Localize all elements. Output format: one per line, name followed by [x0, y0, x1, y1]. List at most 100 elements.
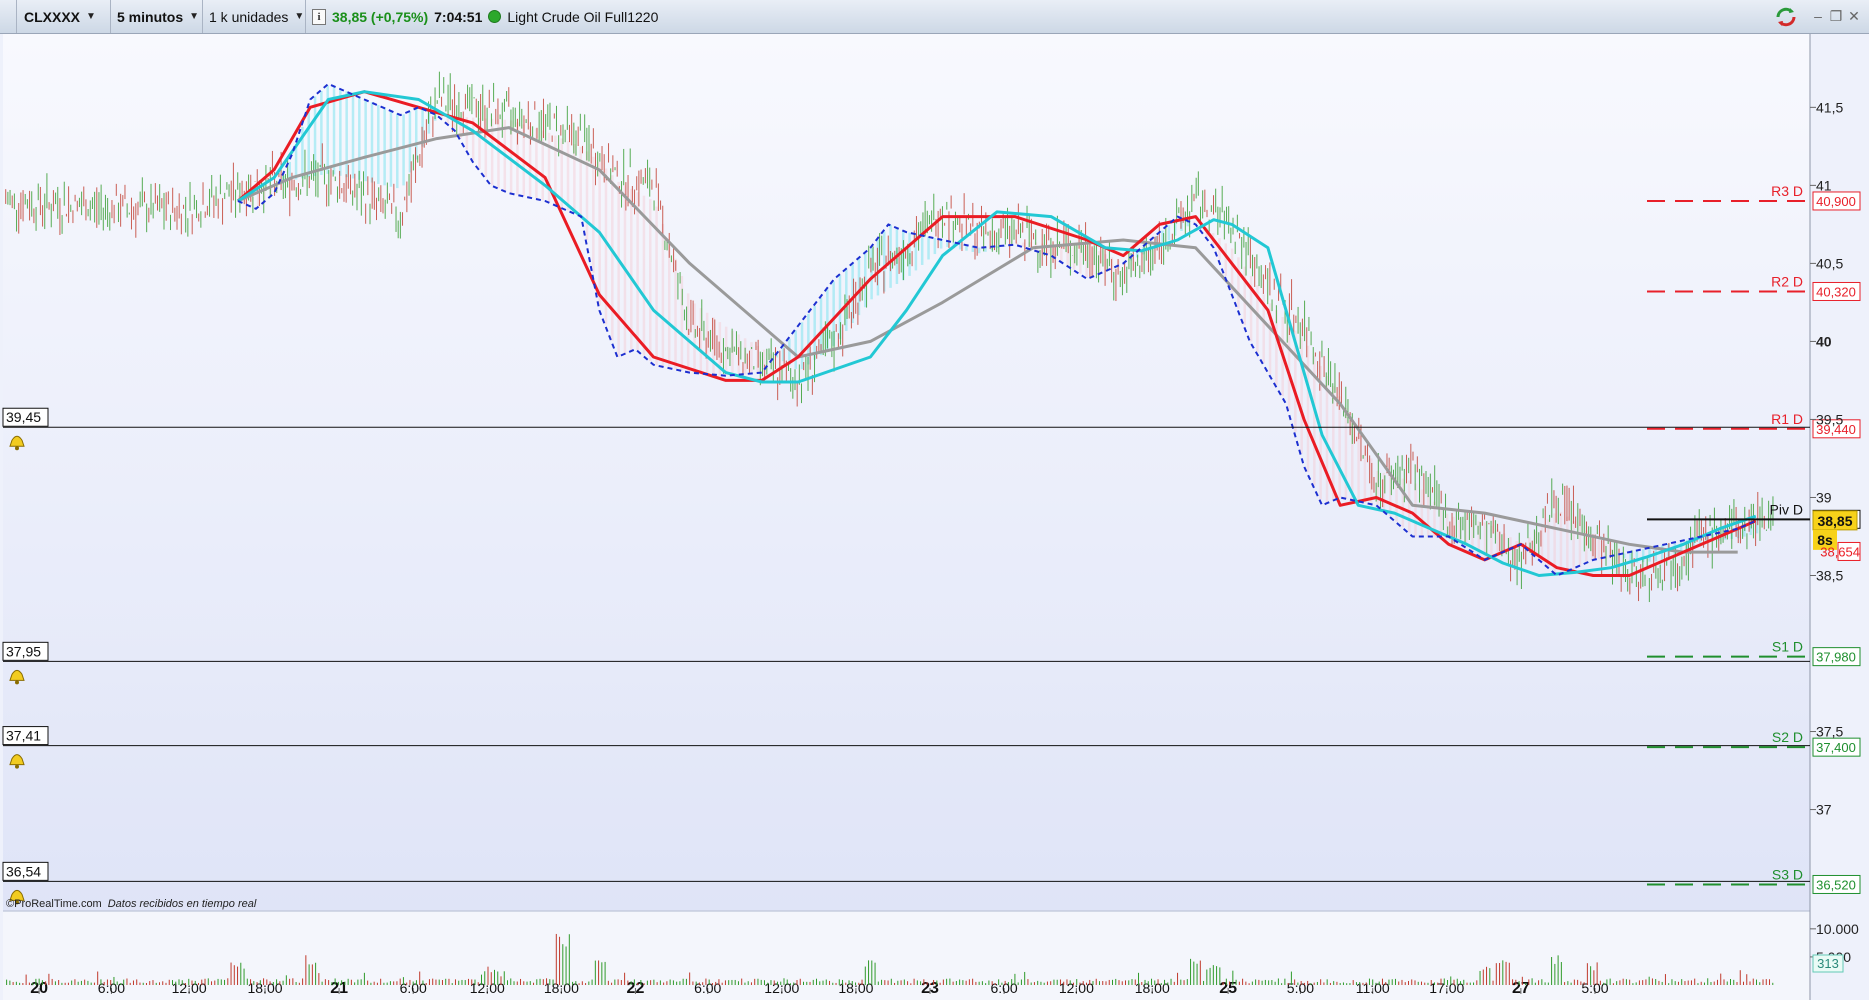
symbol-selector[interactable]: CLXXXX ▼: [18, 0, 111, 33]
cloud-segment: [693, 303, 696, 373]
level-label: R3 D: [1771, 183, 1803, 199]
cloud-segment: [402, 114, 405, 186]
timeframe-selector[interactable]: 5 minutos ▼: [111, 0, 203, 33]
x-tick-label: 18:00: [544, 980, 579, 996]
quote-time: 7:04:51: [434, 8, 483, 25]
chevron-down-icon: ▼: [189, 11, 200, 22]
symbol-label: CLXXXX: [24, 8, 81, 25]
bell-clapper-icon: [15, 446, 19, 451]
last-price: 38,85 (+0,75%): [332, 8, 429, 25]
credit-line: ©ProRealTime.com Datos recibidos en tiemp…: [6, 898, 256, 910]
cloud-segment: [630, 188, 633, 352]
units-selector[interactable]: 1 k unidades ▼: [203, 0, 306, 33]
cloud-segment: [750, 342, 753, 374]
cloud-segment: [573, 144, 576, 214]
alert-price-label: 37,95: [6, 643, 41, 659]
cloud-segment: [294, 145, 298, 180]
cloud-segment: [364, 99, 367, 182]
toolbar-grip[interactable]: [0, 0, 17, 33]
level-label: S2 D: [1772, 729, 1803, 745]
y-tick-label: 38,5: [1816, 567, 1843, 583]
level-label: S3 D: [1772, 866, 1803, 882]
x-tick-label: 6:00: [694, 980, 721, 996]
red-average-value-label: 38,654: [1820, 544, 1860, 559]
cloud-segment: [1578, 525, 1582, 567]
price-chart[interactable]: R3 D40,900R2 D40,320R1 D39,440Piv D38,86…: [0, 34, 1869, 1000]
bell-clapper-icon: [15, 680, 19, 685]
cloud-segment: [389, 110, 393, 187]
price-panel-background: [3, 34, 1810, 911]
cloud-segment: [661, 223, 665, 367]
cloud-segment: [1597, 539, 1601, 559]
cloud-segment: [1566, 516, 1569, 572]
x-tick-label: 6:00: [990, 980, 1017, 996]
alert-price-label: 37,41: [6, 728, 41, 744]
realtime-status-icon: [488, 10, 502, 23]
cloud-segment: [1357, 433, 1360, 502]
cloud-segment: [667, 241, 671, 368]
cloud-segment: [977, 247, 981, 254]
current-price-label: 38,85: [1817, 513, 1852, 529]
quote-bar: i 38,85 (+0,75%) 7:04:51 Light Crude Oil…: [306, 0, 686, 33]
y-tick-label: 37,5: [1816, 724, 1843, 740]
y-tick-label: 39: [1816, 489, 1832, 505]
level-value-label: 40,320: [1816, 284, 1856, 299]
x-tick-label: 12:00: [764, 980, 799, 996]
alert-price-label: 39,45: [6, 409, 41, 425]
cloud-segment: [1420, 489, 1424, 537]
cloud-segment: [1167, 225, 1171, 241]
x-tick-label: 22: [627, 980, 645, 997]
y-tick-label: 41: [1816, 177, 1832, 193]
cloud-segment: [1237, 257, 1240, 309]
restore-icon[interactable]: ❐: [1828, 8, 1844, 24]
cloud-segment: [1426, 495, 1430, 537]
cloud-segment: [566, 141, 570, 211]
x-tick-label: 25: [1219, 980, 1237, 997]
minimize-icon[interactable]: –: [1810, 8, 1826, 24]
y-tick-label: 41,5: [1816, 99, 1843, 115]
cloud-segment: [370, 102, 374, 183]
level-value-label: 37,400: [1816, 740, 1856, 755]
level-value-label: 37,980: [1816, 650, 1856, 665]
cloud-segment: [800, 322, 804, 370]
cloud-segment: [1496, 529, 1499, 555]
cloud-segment: [1022, 242, 1025, 247]
cloud-segment: [1572, 521, 1575, 569]
x-tick-label: 27: [1512, 980, 1530, 997]
y-tick-label: 37: [1816, 802, 1832, 818]
level-value-label: 40,900: [1816, 194, 1856, 209]
toolbar: CLXXXX ▼ 5 minutos ▼ 1 k unidades ▼ i 38…: [0, 0, 1869, 34]
cloud-segment: [1559, 511, 1563, 575]
cloud-segment: [636, 192, 639, 351]
alert-price-label: 36,54: [6, 863, 41, 879]
x-tick-label: 21: [330, 980, 348, 997]
chevron-down-icon: ▼: [294, 11, 305, 22]
level-label: Piv D: [1770, 501, 1803, 517]
sync-icon[interactable]: [1774, 5, 1798, 29]
volume-tick-label: 10.000: [1816, 921, 1859, 937]
y-tick-label: 40: [1816, 333, 1832, 349]
cloud-segment: [1338, 396, 1341, 499]
cloud-segment: [345, 91, 348, 178]
cloud-segment: [1224, 243, 1228, 276]
x-tick-label: 6:00: [98, 980, 125, 996]
y-tick-label: 39,5: [1816, 411, 1843, 427]
cloud-segment: [358, 96, 361, 180]
x-tick-label: 5:00: [1581, 980, 1608, 996]
cloud-segment: [377, 105, 380, 184]
cloud-segment: [579, 146, 582, 216]
cloud-segment: [939, 239, 943, 249]
cloud-segment: [1401, 478, 1405, 528]
cloud-segment: [1553, 513, 1556, 573]
cloud-segment: [920, 235, 924, 265]
cloud-segment: [617, 181, 620, 358]
info-icon[interactable]: i: [312, 8, 326, 25]
cloud-segment: [1407, 480, 1411, 533]
level-value-label: 36,520: [1816, 877, 1856, 892]
chevron-down-icon: ▼: [86, 11, 96, 22]
y-tick-label: 40,5: [1816, 255, 1843, 271]
close-icon[interactable]: ✕: [1846, 8, 1862, 24]
cloud-segment: [592, 156, 595, 273]
brand-label: ©ProRealTime.com: [6, 898, 102, 910]
x-tick-label: 18:00: [247, 980, 282, 996]
